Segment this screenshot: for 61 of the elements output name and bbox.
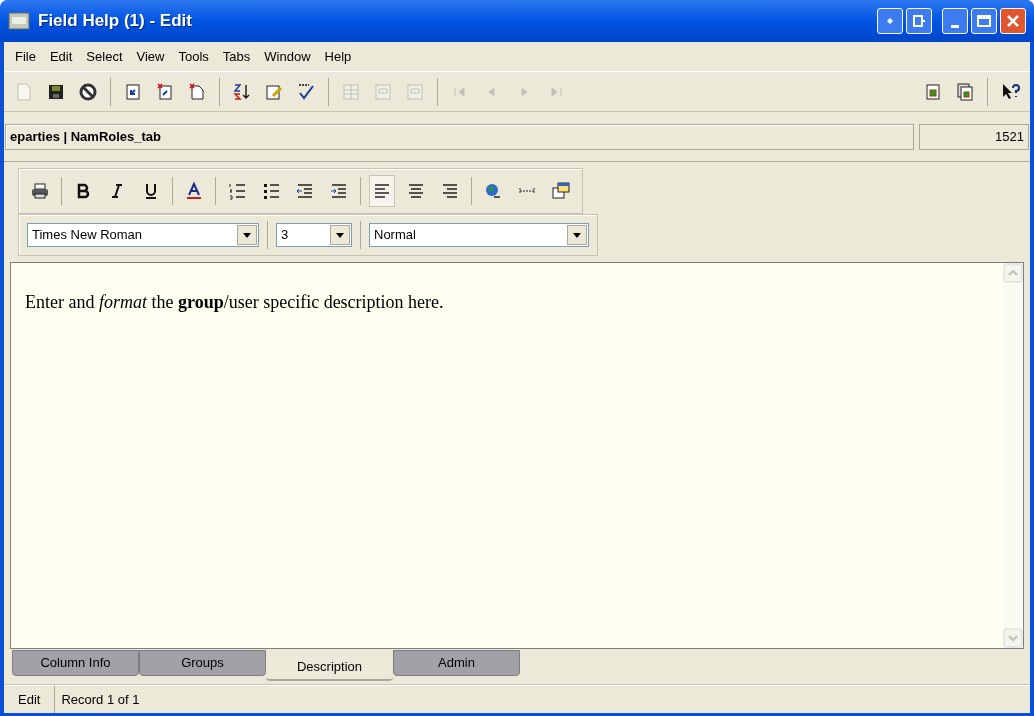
horizontal-rule-icon [519, 187, 535, 195]
dock-window-button[interactable] [906, 8, 932, 34]
caret-icon [336, 232, 344, 238]
record-path-field: eparties | NamRoles_tab [5, 124, 914, 150]
next-record-icon [520, 86, 528, 97]
tab[interactable]: Column Info [12, 650, 139, 676]
status-mode: Edit [17, 690, 42, 709]
close-button[interactable] [1000, 8, 1026, 34]
page-icon [14, 81, 34, 102]
documents-dot-icon [955, 81, 975, 102]
record-count-field: 1521 [919, 124, 1029, 150]
paragraph-style-select[interactable]: Normal [369, 223, 589, 247]
font-color-icon [184, 181, 204, 201]
align-right-icon [440, 181, 460, 201]
numbered-list-icon [227, 181, 247, 201]
outdent-icon [295, 181, 315, 201]
printer-icon [30, 181, 50, 201]
document-delete-icon [187, 81, 207, 102]
restore-pane-button[interactable] [877, 8, 903, 34]
form-icon [373, 81, 393, 102]
menu-item[interactable]: Edit [42, 46, 80, 67]
page-delete-icon [155, 81, 175, 102]
globe-link-icon [483, 181, 503, 201]
tab[interactable]: Admin [393, 650, 520, 676]
align-center-icon [406, 181, 426, 201]
caret-icon [573, 232, 581, 238]
form-icon [405, 81, 425, 102]
menu-item[interactable]: Select [79, 46, 130, 67]
dropdown-button[interactable] [237, 225, 257, 245]
menu-item[interactable]: Help [317, 46, 359, 67]
windows-icon [551, 181, 571, 201]
font-size-select[interactable]: 3 [276, 223, 352, 247]
font-family-select[interactable]: Times New Roman [27, 223, 259, 247]
menu-item[interactable]: Tabs [215, 46, 258, 67]
caret-icon [243, 232, 251, 238]
description-text: Enter and format the group/user specific description here. [25, 291, 445, 314]
minimize-button[interactable] [942, 8, 968, 34]
window-arrow-icon [912, 14, 926, 28]
indent-icon [329, 181, 349, 201]
menu-item[interactable]: View [129, 46, 172, 67]
close-icon [1006, 14, 1020, 28]
menu-item[interactable]: File [8, 46, 43, 67]
dropdown-button[interactable] [567, 225, 587, 245]
sort-icon [232, 81, 252, 102]
pointer-question-icon [1000, 81, 1020, 102]
menu-item[interactable]: Tools [171, 46, 216, 67]
spell-check-icon [296, 81, 316, 102]
app-icon [8, 12, 30, 30]
dropdown-button[interactable] [330, 225, 350, 245]
prohibited-icon [78, 81, 98, 102]
previous-record-icon [488, 86, 496, 97]
align-left-icon [372, 181, 392, 201]
status-record: Record 1 of 1 [54, 686, 1030, 713]
format-button[interactable] [369, 175, 395, 207]
maximize-button[interactable] [971, 8, 997, 34]
menu-item[interactable]: Window [257, 46, 318, 67]
bulleted-list-icon [261, 181, 281, 201]
table-icon [341, 81, 361, 102]
tab[interactable]: Groups [139, 650, 266, 676]
window-title: Field Help (1) - Edit [38, 10, 192, 33]
editor-area[interactable]: Enter and format the group/user specific description here. [10, 262, 1024, 649]
